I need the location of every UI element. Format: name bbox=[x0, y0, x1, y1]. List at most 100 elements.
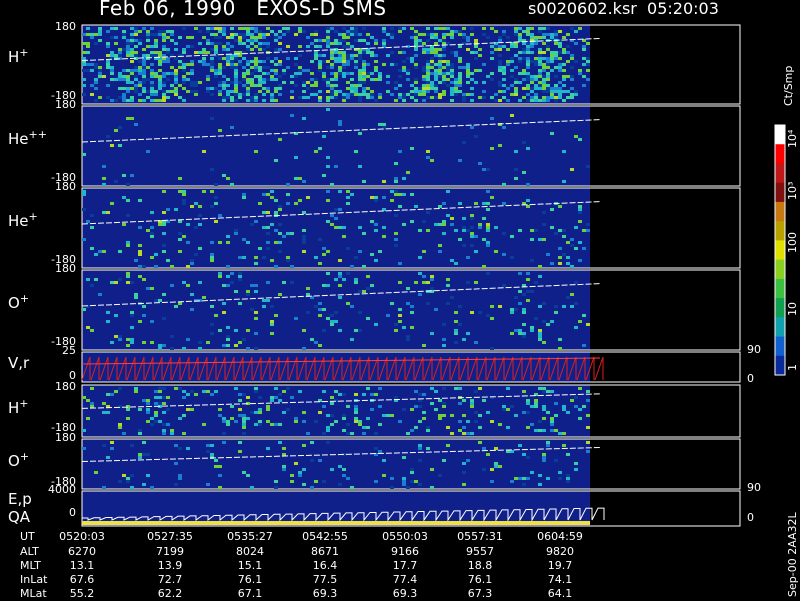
spectrogram-pixel bbox=[206, 27, 210, 30]
spectrogram-pixel bbox=[526, 48, 530, 51]
spectrogram-pixel bbox=[202, 150, 206, 153]
spectrogram-pixel bbox=[218, 465, 222, 468]
spectrogram-pixel bbox=[434, 84, 438, 87]
spectrogram-pixel bbox=[554, 66, 558, 69]
spectrogram-pixel bbox=[542, 387, 546, 390]
spectrogram-pixel bbox=[270, 99, 274, 102]
spectrogram-pixel bbox=[182, 235, 186, 238]
spectrogram-pixel bbox=[422, 393, 426, 396]
spectrogram-pixel bbox=[326, 441, 330, 444]
spectrogram-pixel bbox=[458, 202, 462, 205]
spectrogram-pixel bbox=[206, 87, 210, 90]
spectrogram-pixel bbox=[466, 69, 470, 72]
spectrogram-pixel bbox=[442, 338, 446, 341]
spectrogram-pixel bbox=[266, 90, 270, 93]
spectrogram-pixel bbox=[482, 265, 486, 268]
spectrogram-pixel bbox=[210, 259, 214, 262]
spectrogram-pixel bbox=[130, 281, 134, 284]
spectrogram-pixel bbox=[338, 66, 342, 69]
spectrogram-pixel bbox=[426, 81, 430, 84]
spectrogram-pixel bbox=[198, 214, 202, 217]
spectrogram-pixel bbox=[346, 247, 350, 250]
spectrogram-pixel bbox=[110, 27, 114, 30]
spectrogram-pixel bbox=[438, 223, 442, 226]
spectrogram-pixel bbox=[270, 332, 274, 335]
spectrogram-pixel bbox=[210, 305, 214, 308]
spectrogram-pixel bbox=[234, 420, 238, 423]
spectrogram-pixel bbox=[326, 45, 330, 48]
spectrogram-pixel bbox=[178, 220, 182, 223]
spectrogram-pixel bbox=[282, 69, 286, 72]
spectrogram-pixel bbox=[210, 444, 214, 447]
spectrogram-pixel bbox=[518, 57, 522, 60]
spectrogram-pixel bbox=[214, 33, 218, 36]
spectrogram-pixel bbox=[106, 211, 110, 214]
spectrogram-pixel bbox=[466, 66, 470, 69]
spectrogram-pixel bbox=[86, 417, 90, 420]
spectrogram-pixel bbox=[330, 84, 334, 87]
spectrogram-pixel bbox=[414, 480, 418, 483]
spectrogram-pixel bbox=[442, 54, 446, 57]
spectrogram-pixel bbox=[314, 51, 318, 54]
spectrogram-pixel bbox=[182, 390, 186, 393]
spectrogram-pixel bbox=[366, 87, 370, 90]
spectrogram-pixel bbox=[538, 429, 542, 432]
spectrogram-pixel bbox=[326, 36, 330, 39]
spectrogram-pixel bbox=[442, 72, 446, 75]
spectrogram-pixel bbox=[146, 78, 150, 81]
spectrogram-pixel bbox=[318, 238, 322, 241]
spectrogram-pixel bbox=[182, 63, 186, 66]
spectrogram-pixel bbox=[406, 338, 410, 341]
spectrogram-pixel bbox=[518, 81, 522, 84]
spectrogram-pixel bbox=[406, 93, 410, 96]
spectrogram-pixel bbox=[326, 66, 330, 69]
spectrogram-pixel bbox=[430, 63, 434, 66]
spectrogram-pixel bbox=[490, 347, 494, 350]
spectrogram-pixel bbox=[510, 57, 514, 60]
spectrogram-pixel bbox=[94, 471, 98, 474]
spectrogram-pixel bbox=[418, 42, 422, 45]
spectrogram-pixel bbox=[450, 217, 454, 220]
spectrogram-pixel bbox=[290, 396, 294, 399]
spectrogram-pixel bbox=[286, 183, 290, 186]
spectrogram-pixel bbox=[482, 81, 486, 84]
spectrogram-pixel bbox=[470, 33, 474, 36]
spectrogram-pixel bbox=[454, 84, 458, 87]
spectrogram-pixel bbox=[526, 51, 530, 54]
spectrogram-pixel bbox=[286, 193, 290, 196]
spectrogram-pixel bbox=[554, 305, 558, 308]
spectrogram-pixel bbox=[274, 241, 278, 244]
spectrogram-pixel bbox=[138, 456, 142, 459]
spectrogram-pixel bbox=[330, 90, 334, 93]
spectrogram-pixel bbox=[338, 123, 342, 126]
spectrogram-pixel bbox=[154, 90, 158, 93]
spectrogram-pixel bbox=[438, 27, 442, 30]
colorbar-tick: 100 bbox=[786, 232, 799, 253]
spectrogram-pixel bbox=[158, 33, 162, 36]
spectrogram-pixel bbox=[542, 459, 546, 462]
spectrogram-pixel bbox=[578, 72, 582, 75]
spectrogram-pixel bbox=[274, 57, 278, 60]
spectrogram-pixel bbox=[162, 232, 166, 235]
spectrogram-pixel bbox=[546, 96, 550, 99]
spectrogram-pixel bbox=[186, 393, 190, 396]
spectrogram-pixel bbox=[426, 87, 430, 90]
spectrogram-pixel bbox=[162, 33, 166, 36]
spectrogram-pixel bbox=[558, 229, 562, 232]
spectrogram-pixel bbox=[354, 84, 358, 87]
spectrogram-pixel bbox=[338, 275, 342, 278]
spectrogram-pixel bbox=[130, 444, 134, 447]
spectrogram-pixel bbox=[266, 42, 270, 45]
spectrogram-pixel bbox=[530, 471, 534, 474]
spectrogram-pixel bbox=[226, 177, 230, 180]
spectrogram-pixel bbox=[190, 69, 194, 72]
spectrogram-pixel bbox=[294, 33, 298, 36]
spectrogram-pixel bbox=[82, 308, 86, 311]
spectrogram-pixel bbox=[550, 226, 554, 229]
spectrogram-pixel bbox=[362, 27, 366, 30]
spectrogram-pixel bbox=[334, 78, 338, 81]
spectrogram-pixel bbox=[302, 69, 306, 72]
spectrogram-pixel bbox=[118, 338, 122, 341]
spectrogram-pixel bbox=[130, 341, 134, 344]
spectrogram-pixel bbox=[462, 96, 466, 99]
